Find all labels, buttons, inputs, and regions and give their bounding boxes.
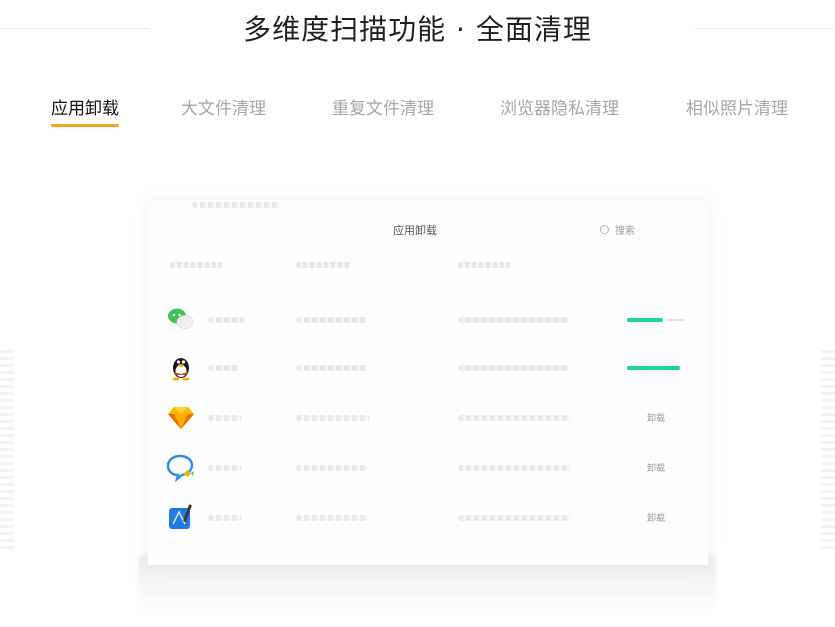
search-placeholder: 搜索 [615, 226, 635, 237]
app-size-blur [296, 515, 368, 521]
tab-duplicate-files[interactable]: 重复文件清理 [332, 94, 434, 119]
xcode-icon [169, 504, 192, 529]
uninstall-button[interactable]: 卸载 [647, 461, 665, 474]
tab-similar-photos[interactable]: 相似照片清理 [686, 94, 788, 119]
qq-icon [172, 358, 190, 381]
tab-label: 相似照片清理 [686, 99, 788, 119]
tab-app-uninstall[interactable]: 应用卸载 [51, 94, 119, 127]
wechat-icon [168, 308, 194, 329]
wework-icon [166, 454, 194, 482]
tab-label: 浏览器隐私清理 [500, 99, 619, 119]
uninstall-progress-bar [627, 366, 680, 370]
app-row[interactable] [148, 304, 708, 354]
uninstall-progress-bar [627, 318, 663, 322]
app-path-blur [458, 317, 570, 323]
app-row[interactable]: 卸载 [148, 402, 708, 452]
window-header-blur [192, 202, 280, 208]
app-path-blur [458, 515, 570, 521]
tab-large-files[interactable]: 大文件清理 [181, 94, 266, 119]
column-header-size [296, 262, 350, 268]
app-name-blur [208, 415, 242, 421]
sketch-icon [168, 407, 194, 429]
app-name-blur [208, 365, 240, 371]
uninstall-button[interactable]: 卸载 [647, 411, 665, 424]
column-header-path [458, 262, 510, 268]
tab-label: 应用卸载 [51, 99, 119, 119]
right-decoration [821, 350, 835, 550]
page-title: 多维度扫描功能 · 全面清理 [243, 13, 592, 46]
app-size-blur [296, 317, 368, 323]
tab-browser-privacy[interactable]: 浏览器隐私清理 [500, 94, 619, 119]
tab-label: 大文件清理 [181, 99, 266, 119]
search-box[interactable]: 搜索 [600, 222, 635, 237]
app-name-blur [208, 515, 242, 521]
app-row[interactable]: 卸载 [148, 452, 708, 502]
tab-label: 重复文件清理 [332, 99, 434, 119]
app-path-blur [458, 465, 570, 471]
app-window-mock: 应用卸载 搜索 卸载 卸载 卸载 [148, 200, 708, 565]
app-name-blur [208, 465, 242, 471]
app-path-blur [458, 365, 570, 371]
app-path-blur [458, 415, 570, 421]
active-tab-underline [51, 124, 119, 127]
app-size-blur [296, 415, 370, 421]
app-row[interactable] [148, 352, 708, 402]
app-size-blur [296, 465, 368, 471]
window-title: 应用卸载 [393, 224, 437, 237]
progress-track [666, 319, 684, 321]
column-header-name [170, 262, 222, 268]
app-row[interactable]: 卸载 [148, 502, 708, 552]
app-size-blur [296, 365, 366, 371]
app-name-blur [208, 317, 244, 323]
left-decoration [0, 350, 14, 550]
search-icon [600, 225, 609, 234]
feature-tabs: 应用卸载 大文件清理 重复文件清理 浏览器隐私清理 相似照片清理 [0, 94, 835, 134]
uninstall-button[interactable]: 卸载 [647, 511, 665, 524]
